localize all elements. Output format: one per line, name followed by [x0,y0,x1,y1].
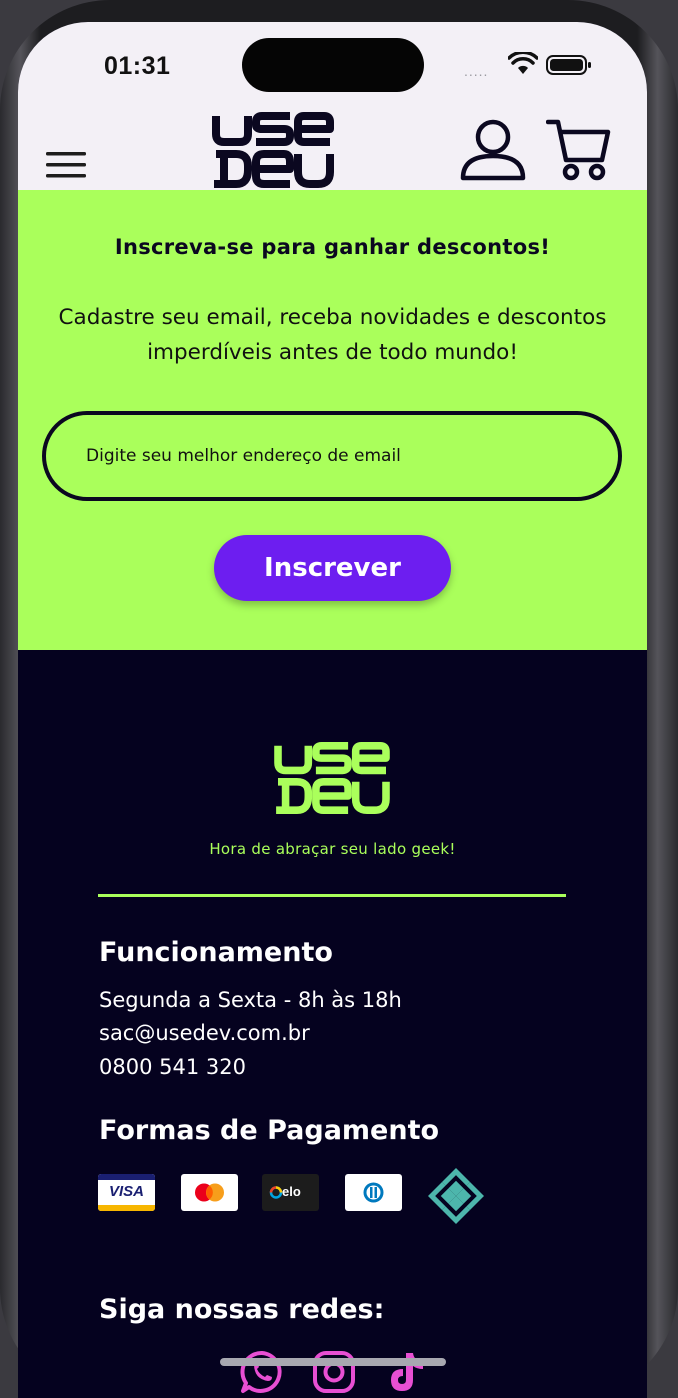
status-icons: ..... [464,52,594,79]
usedev-logo[interactable] [210,112,336,188]
cart-icon[interactable] [546,118,612,182]
footer-divider [98,894,566,897]
whatsapp-icon[interactable] [240,1350,284,1394]
menu-icon[interactable] [46,150,88,180]
subscribe-button[interactable]: Inscrever [214,535,451,601]
hours-text: Segunda a Sexta - 8h às 18h [99,988,402,1012]
tiktok-icon[interactable] [382,1350,426,1394]
newsletter-description: Cadastre seu email, receba novidades e d… [58,305,607,365]
dynamic-island [242,38,424,92]
battery-icon [546,55,591,75]
pix-icon [428,1168,484,1224]
visa-card-icon: VISA [98,1174,155,1211]
screen: 01:31 ..... Inscreva-se para ganhar desc… [18,22,647,1398]
status-time: 01:31 [104,52,171,80]
newsletter-section: Inscreva-se para ganhar descontos! Cadas… [18,190,647,650]
home-indicator[interactable] [220,1358,446,1366]
contact-email[interactable]: sac@usedev.com.br [99,1021,310,1045]
wifi-icon [508,52,538,74]
payment-methods: VISA elo [98,1168,518,1234]
newsletter-title: Inscreva-se para ganhar descontos! [114,235,551,259]
footer-slogan: Hora de abraçar seu lado geek! [209,840,456,858]
user-icon[interactable] [460,118,526,182]
signal-icon: ..... [464,63,489,79]
email-input[interactable] [42,411,622,501]
payment-title: Formas de Pagamento [99,1115,440,1146]
contact-phone[interactable]: 0800 541 320 [99,1055,246,1079]
app-header [18,102,647,190]
hours-title: Funcionamento [99,937,333,968]
elo-label: elo [282,1184,301,1199]
social-title: Siga nossas redes: [99,1294,385,1325]
elo-card-icon: elo [262,1174,319,1211]
mastercard-icon [181,1174,238,1211]
visa-label: VISA [108,1183,144,1200]
diners-card-icon [345,1174,402,1211]
instagram-icon[interactable] [312,1350,356,1394]
usedev-footer-logo [274,742,390,814]
footer: Hora de abraçar seu lado geek! Funcionam… [18,650,647,1398]
